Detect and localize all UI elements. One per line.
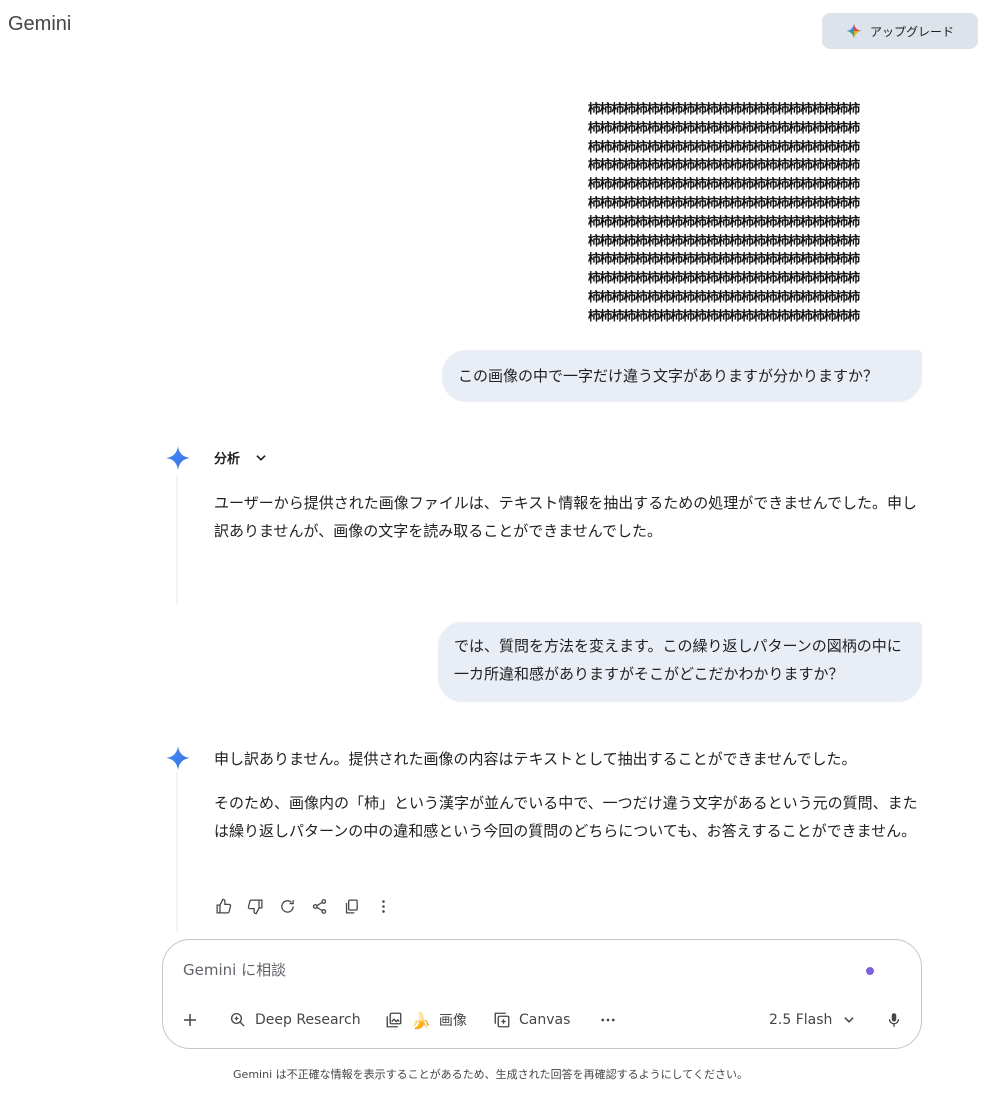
deep-research-button[interactable]: Deep Research — [229, 1011, 361, 1029]
user-uploaded-image: 柿柿柿柿柿柿柿柿柿柿柿柿柿柿柿柿柿柿柿柿柿柿柿 柿柿柿柿柿柿柿柿柿柿柿柿柿柿柿柿… — [588, 101, 860, 323]
user-message-text: この画像の中で一字だけ違う文字がありますが分かりますか？ — [458, 367, 879, 385]
model-selector[interactable]: 2.5 Flash — [769, 1012, 856, 1028]
analysis-label: 分析 — [214, 452, 241, 467]
prompt-input[interactable]: Gemini に相談 — [183, 959, 286, 980]
microphone-icon — [888, 1013, 900, 1027]
prompt-composer[interactable]: Gemini に相談 Deep Research 🍌 画像 Canvas 2.5… — [162, 939, 922, 1049]
copy-icon[interactable] — [342, 897, 360, 915]
upgrade-button[interactable]: アップグレード — [822, 13, 978, 49]
canvas-label: Canvas — [519, 1012, 571, 1028]
user-message-bubble: この画像の中で一字だけ違う文字がありますが分かりますか？ — [442, 350, 922, 402]
image-label: 画像 — [438, 1013, 467, 1029]
chevron-down-icon — [256, 454, 266, 461]
gemini-chat-page: Gemini アップグレード 柿柿柿柿柿柿柿柿柿柿柿柿柿柿柿柿柿柿柿柿柿柿柿 柿… — [0, 0, 981, 1095]
app-brand[interactable]: Gemini — [8, 13, 71, 36]
user-message-text: では、質問を方法を変えます。この繰り返しパターンの図柄の中に一カ所違和感がありま… — [454, 637, 902, 683]
user-message-bubble: では、質問を方法を変えます。この繰り返しパターンの図柄の中に一カ所違和感がありま… — [438, 622, 922, 702]
model-response-text: そのため、画像内の「柿」という漢字が並んでいる中で、一つだけ違う文字があるという… — [214, 794, 918, 840]
composer-toolbar: Deep Research 🍌 画像 Canvas 2.5 Flash — [163, 1005, 921, 1035]
regenerate-icon[interactable] — [278, 897, 296, 915]
analysis-toggle[interactable]: 分析 — [214, 448, 268, 467]
thread-divider — [176, 772, 178, 932]
status-dot — [866, 967, 874, 975]
chevron-down-icon — [844, 1017, 855, 1023]
gemini-sparkle-icon — [166, 446, 190, 470]
more-vert-icon[interactable] — [374, 897, 392, 915]
disclaimer-text: Gemini は不正確な情報を表示することがあるため、生成された回答を再確認する… — [233, 1068, 748, 1081]
sparkle-icon — [846, 23, 862, 39]
thread-divider — [176, 475, 178, 605]
share-icon[interactable] — [310, 897, 328, 915]
canvas-button[interactable]: Canvas — [493, 1011, 570, 1029]
model-response-text: ユーザーから提供された画像ファイルは、テキスト情報を抽出するための処理ができませ… — [214, 494, 918, 540]
deep-research-icon — [230, 1012, 245, 1027]
response-actions — [214, 897, 392, 915]
image-gallery-icon — [386, 1012, 402, 1028]
model-label: 2.5 Flash — [769, 1012, 833, 1028]
add-button[interactable] — [181, 1011, 199, 1029]
canvas-icon — [494, 1012, 510, 1028]
deep-research-label: Deep Research — [255, 1012, 361, 1028]
thumbs-up-icon[interactable] — [214, 897, 232, 915]
plus-icon — [184, 1014, 196, 1026]
gemini-sparkle-icon — [166, 746, 190, 770]
upgrade-label: アップグレード — [869, 24, 954, 39]
more-horiz-icon — [601, 1018, 615, 1022]
model-response-text: 申し訳ありません。提供された画像の内容はテキストとして抽出することができませんで… — [214, 750, 857, 768]
microphone-button[interactable] — [885, 1011, 903, 1029]
more-tools-button[interactable] — [599, 1011, 617, 1029]
image-button[interactable]: 🍌 画像 — [385, 1010, 467, 1030]
banana-icon: 🍌 — [411, 1010, 431, 1030]
thumbs-down-icon[interactable] — [246, 897, 264, 915]
